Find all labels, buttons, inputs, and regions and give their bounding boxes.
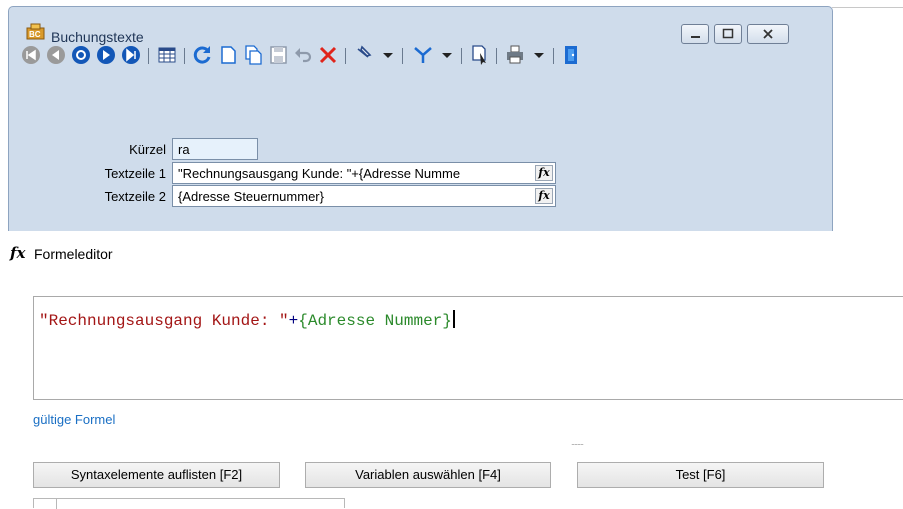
title-bar: BC Buchungstexte (9, 7, 832, 45)
result-grid (33, 498, 345, 509)
formula-icon: fx (10, 244, 26, 262)
new-document-button[interactable] (216, 43, 240, 67)
pin-icon (357, 45, 372, 58)
svg-text:BC: BC (29, 30, 41, 39)
document-pointer-icon (472, 45, 486, 65)
toolbar-separator (148, 48, 149, 64)
print-button[interactable] (503, 43, 527, 67)
minimize-icon (691, 36, 700, 38)
formula-operator-token: + (288, 312, 299, 330)
select-variables-button[interactable]: Variablen auswählen [F4] (305, 462, 551, 488)
separator-line (832, 7, 903, 8)
toolbar-separator (345, 48, 346, 64)
list-syntax-elements-button[interactable]: Syntaxelemente auflisten [F2] (33, 462, 280, 488)
formula-string-token: "Rechnungsausgang Kunde: " (39, 312, 289, 330)
table-view-icon (158, 47, 176, 63)
pin-button[interactable] (352, 43, 376, 67)
close-button[interactable] (747, 24, 789, 44)
print-dropdown[interactable] (527, 43, 551, 67)
kuerzel-field[interactable]: ra (172, 138, 258, 160)
filter-icon (414, 47, 432, 63)
text-caret (452, 310, 455, 328)
buchungstexte-app-icon: BC (26, 23, 45, 40)
close-icon (763, 29, 773, 39)
new-document-icon (221, 46, 236, 64)
chevron-down-icon (442, 53, 452, 58)
formula-editor-button-2[interactable]: fx (535, 188, 553, 204)
delete-icon (319, 46, 337, 64)
last-record-button[interactable] (119, 43, 143, 67)
refresh-icon (193, 46, 211, 64)
save-icon (270, 46, 287, 64)
filter-dropdown[interactable] (435, 43, 459, 67)
refresh-button[interactable] (191, 43, 215, 67)
next-record-icon (97, 46, 115, 64)
undo-button[interactable] (291, 43, 315, 67)
pin-dropdown[interactable] (376, 43, 400, 67)
toolbar-separator (553, 48, 554, 64)
exit-button[interactable] (559, 43, 583, 67)
previous-record-button[interactable] (44, 43, 68, 67)
buchungstexte-window: BC Buchungstexte Kürzel ra Textzeile 1 "… (8, 6, 833, 231)
formula-variable-token: {Adresse Nummer} (298, 312, 452, 330)
toolbar-separator (184, 48, 185, 64)
formula-status: gültige Formel (33, 412, 116, 427)
toolbar-separator (402, 48, 403, 64)
undo-icon (295, 48, 312, 63)
filter-button[interactable] (411, 43, 435, 67)
formeleditor-panel: "Rechnungsausgang Kunde: "+{Adresse Numm… (18, 284, 903, 509)
next-record-button[interactable] (94, 43, 118, 67)
textzeile1-label: Textzeile 1 (104, 166, 166, 181)
formeleditor-title: Formeleditor (34, 246, 113, 262)
textzeile1-field[interactable]: "Rechnungsausgang Kunde: "+{Adresse Numm… (172, 162, 556, 184)
formula-editor-button-1[interactable]: fx (535, 165, 553, 181)
print-icon (507, 45, 523, 64)
maximize-button[interactable] (714, 24, 742, 44)
toolbar-separator (461, 48, 462, 64)
test-button[interactable]: Test [F6] (577, 462, 824, 488)
table-view-button[interactable] (155, 43, 179, 67)
copy-document-icon (245, 45, 262, 65)
kuerzel-label: Kürzel (129, 142, 166, 157)
document-pointer-button[interactable] (467, 43, 491, 67)
first-record-icon (22, 46, 40, 64)
copy-document-button[interactable] (241, 43, 265, 67)
previous-record-icon (47, 46, 65, 64)
textzeile2-label: Textzeile 2 (104, 189, 166, 204)
textzeile2-field[interactable]: {Adresse Steuernummer} (172, 185, 556, 207)
last-record-icon (122, 46, 140, 64)
toolbar-separator (496, 48, 497, 64)
first-record-button[interactable] (19, 43, 43, 67)
chevron-down-icon (383, 53, 393, 58)
form-area: Kürzel ra Textzeile 1 "Rechnungsausgang … (9, 81, 832, 231)
splitter-grip[interactable]: ........ (571, 437, 584, 447)
scroll-icon (72, 46, 90, 64)
formula-editor-textarea[interactable]: "Rechnungsausgang Kunde: "+{Adresse Numm… (33, 296, 903, 400)
minimize-button[interactable] (681, 24, 709, 44)
save-button[interactable] (266, 43, 290, 67)
formeleditor-header: fx Formeleditor (0, 240, 903, 270)
scroll-button[interactable] (69, 43, 93, 67)
chevron-down-icon (534, 53, 544, 58)
toolbar (9, 43, 832, 71)
exit-icon (565, 46, 577, 64)
maximize-icon (722, 28, 734, 39)
delete-button[interactable] (316, 43, 340, 67)
